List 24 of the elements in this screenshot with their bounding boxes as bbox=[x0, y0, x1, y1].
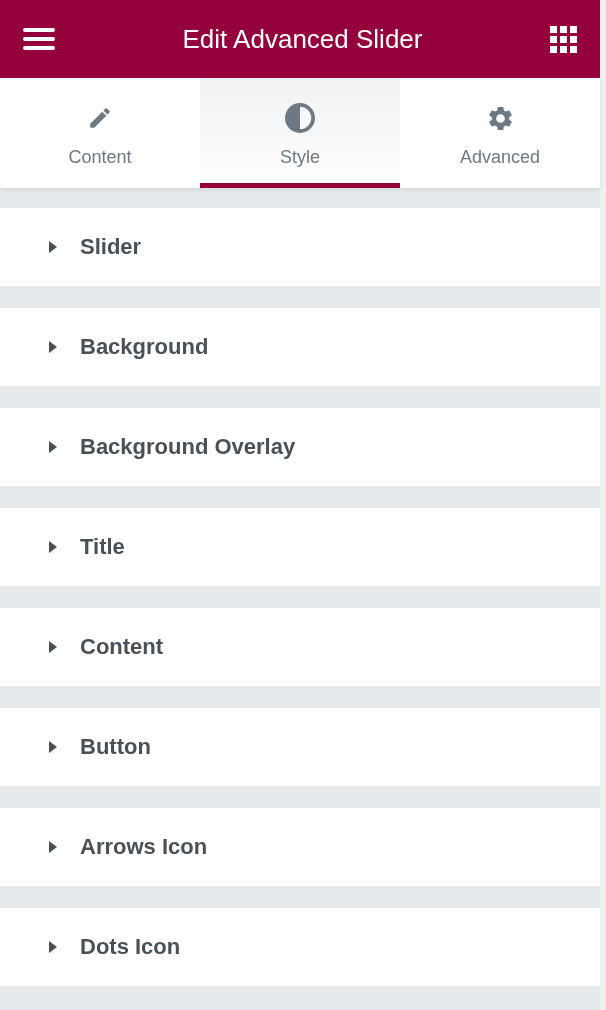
section-header[interactable]: Slider bbox=[0, 208, 600, 286]
section-title: Button bbox=[80, 733, 151, 761]
panel-title: Edit Advanced Slider bbox=[182, 23, 423, 55]
section-header[interactable]: Title bbox=[0, 508, 600, 586]
section-title: Content bbox=[80, 633, 164, 661]
section-title: Background Overlay bbox=[80, 433, 296, 461]
grid-icon[interactable] bbox=[550, 25, 577, 53]
section-header[interactable]: Dots Icon bbox=[0, 908, 600, 986]
tab[interactable]: Content bbox=[0, 78, 200, 188]
section-title: Title bbox=[80, 533, 125, 561]
section-title: Arrows Icon bbox=[80, 833, 208, 861]
section-header[interactable]: Content bbox=[0, 608, 600, 686]
menu-icon[interactable] bbox=[23, 27, 55, 51]
pencil-icon bbox=[87, 105, 113, 131]
section-title: Slider bbox=[80, 233, 142, 261]
section-title: Background bbox=[80, 333, 209, 361]
section-title: Dots Icon bbox=[80, 933, 181, 961]
section-header[interactable]: Button bbox=[0, 708, 600, 786]
contrast-icon bbox=[285, 103, 315, 133]
section-header[interactable]: Arrows Icon bbox=[0, 808, 600, 886]
section-header[interactable]: Background bbox=[0, 308, 600, 386]
section-header[interactable]: Background Overlay bbox=[0, 408, 600, 486]
tab[interactable]: Style bbox=[200, 78, 400, 188]
tab[interactable]: Advanced bbox=[400, 78, 600, 188]
